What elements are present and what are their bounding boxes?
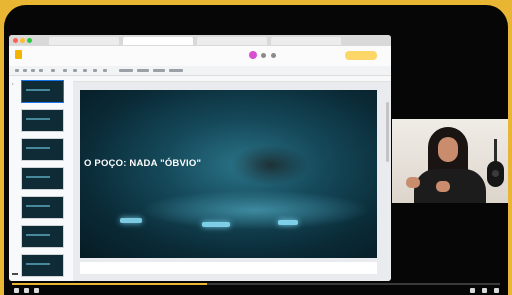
close-icon[interactable]	[13, 38, 18, 43]
slide-light-accent	[278, 220, 298, 225]
shared-screen-window: 1 O POÇO: NADA "ÓBVIO"	[9, 35, 391, 281]
browser-tab[interactable]	[271, 37, 341, 45]
slide-thumbnail[interactable]	[21, 167, 64, 190]
presenter-hand	[436, 181, 450, 192]
slide-thumbnail[interactable]	[21, 254, 64, 277]
video-controls	[4, 287, 508, 295]
slide-dark-shape	[230, 145, 310, 185]
presenter-hand	[406, 177, 420, 188]
guitar-image	[486, 139, 506, 191]
theater-icon[interactable]	[482, 288, 487, 293]
slide-light-accent	[202, 222, 230, 227]
presenter-body	[414, 169, 486, 203]
new-slide-icon[interactable]	[15, 69, 19, 72]
thumb-number: 1	[12, 82, 14, 86]
layout-button[interactable]	[137, 69, 149, 72]
next-icon[interactable]	[24, 288, 29, 293]
line-icon[interactable]	[103, 69, 107, 72]
formatting-toolbar	[9, 66, 391, 76]
slide[interactable]: O POÇO: NADA "ÓBVIO"	[80, 90, 377, 258]
slide-light-accent	[120, 218, 142, 223]
slide-thumbnail-active[interactable]	[21, 80, 64, 103]
browser-tab[interactable]	[49, 37, 119, 45]
settings-icon[interactable]	[470, 288, 475, 293]
slide-thumbnail[interactable]	[21, 225, 64, 248]
browser-tab[interactable]	[197, 37, 267, 45]
slides-app-header	[9, 46, 391, 67]
video-frame: 1 O POÇO: NADA "ÓBVIO"	[4, 5, 508, 295]
slide-thumbnail[interactable]	[21, 109, 64, 132]
menu-bar	[25, 55, 57, 59]
undo-icon[interactable]	[23, 69, 27, 72]
slide-canvas: O POÇO: NADA "ÓBVIO"	[73, 82, 391, 281]
video-progress-fill	[12, 283, 208, 285]
fullscreen-icon[interactable]	[494, 288, 499, 293]
collaborator-avatar[interactable]	[249, 51, 257, 59]
select-icon[interactable]	[63, 69, 67, 72]
slide-water-shape	[140, 190, 370, 230]
background-button[interactable]	[119, 69, 133, 72]
volume-icon[interactable]	[34, 288, 39, 293]
textbox-icon[interactable]	[73, 69, 77, 72]
image-icon[interactable]	[83, 69, 87, 72]
speaker-notes[interactable]	[80, 262, 377, 274]
transition-button[interactable]	[169, 69, 183, 72]
minimize-icon[interactable]	[20, 38, 25, 43]
shape-icon[interactable]	[93, 69, 97, 72]
theme-button[interactable]	[153, 69, 165, 72]
video-progress-bar[interactable]	[12, 283, 500, 285]
redo-icon[interactable]	[31, 69, 35, 72]
browser-titlebar	[9, 35, 391, 46]
slide-thumbnail[interactable]	[21, 138, 64, 161]
slide-title[interactable]: O POÇO: NADA "ÓBVIO"	[84, 158, 201, 169]
slides-logo-icon[interactable]	[15, 50, 22, 59]
comment-icon[interactable]	[271, 53, 276, 58]
speaker-name-tag	[12, 273, 18, 275]
zoom-icon[interactable]	[51, 69, 55, 72]
slideshow-button[interactable]	[345, 51, 377, 60]
slide-filmstrip: 1	[9, 76, 74, 281]
maximize-icon[interactable]	[27, 38, 32, 43]
print-icon[interactable]	[39, 69, 43, 72]
browser-tabs	[49, 37, 349, 45]
presenter-face	[438, 137, 458, 162]
browser-tab-active[interactable]	[123, 37, 193, 45]
history-icon[interactable]	[261, 53, 266, 58]
presenter-camera	[392, 119, 508, 203]
slide-thumbnail[interactable]	[21, 196, 64, 219]
play-icon[interactable]	[14, 288, 19, 293]
scrollbar[interactable]	[386, 102, 389, 162]
